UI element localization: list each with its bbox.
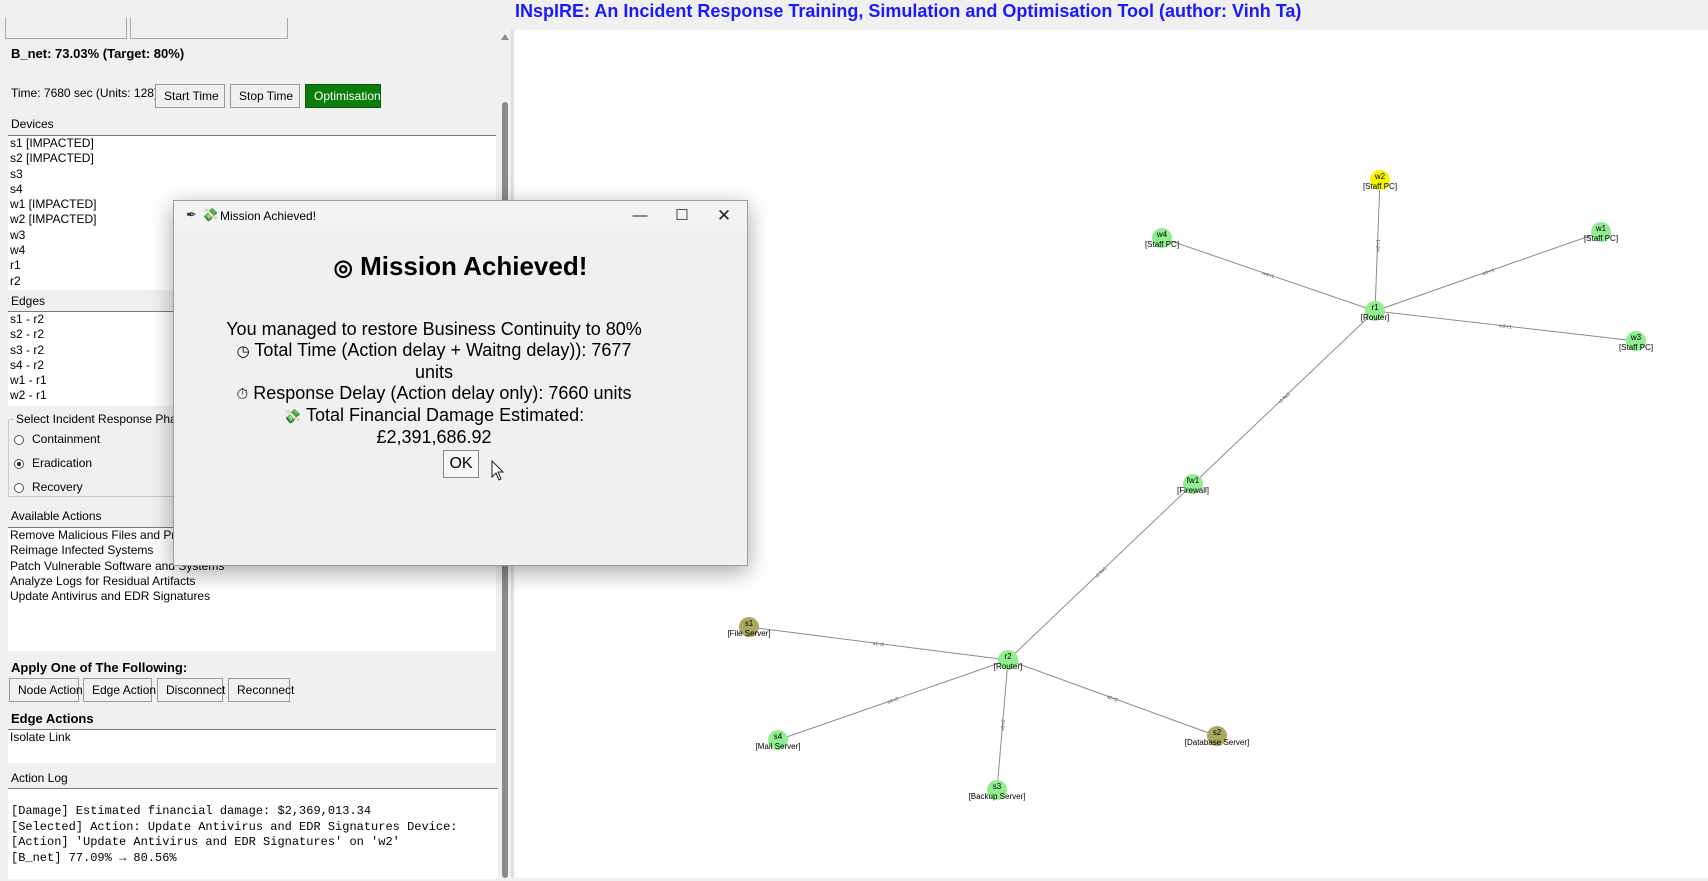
scroll-up-arrow-icon[interactable] <box>501 34 509 40</box>
action-log[interactable]: [Damage] Estimated financial damage: $2,… <box>8 788 498 879</box>
money-icon: 💸 <box>202 207 219 222</box>
radio-icon[interactable] <box>14 434 24 445</box>
radio-label: Eradication <box>32 456 93 470</box>
device-item[interactable]: s3 <box>8 167 496 182</box>
stop-time-button[interactable]: Stop Time <box>230 84 300 108</box>
graph-edge-label: s1-r2 <box>872 641 884 648</box>
node-action-button[interactable]: Node Action <box>9 678 83 702</box>
reconnect-button[interactable]: Reconnect <box>228 678 294 702</box>
graph-edge-label: r2-fw1 <box>1094 566 1108 580</box>
action-item[interactable]: Update Antivirus and EDR Signatures <box>8 589 496 604</box>
radio-eradication[interactable]: Eradication <box>14 455 92 471</box>
device-item[interactable]: s4 <box>8 182 496 197</box>
minimize-icon[interactable]: — <box>620 203 660 229</box>
log-line: [B_net] 77.09% → 80.56% <box>11 850 177 865</box>
graph-node-type-label: [Router] <box>1361 313 1389 322</box>
edge-actions-label: Edge Actions <box>11 711 94 726</box>
log-spacer <box>8 789 498 804</box>
start-time-button[interactable]: Start Time <box>155 84 225 108</box>
dialog-body: You managed to restore Business Continui… <box>224 319 644 448</box>
device-item[interactable]: s2 [IMPACTED] <box>8 151 496 166</box>
dialog-window-title: Mission Achieved! <box>220 209 317 223</box>
radio-icon[interactable] <box>14 482 24 493</box>
action-log-label: Action Log <box>11 771 68 785</box>
bnet-status: B_net: 73.03% (Target: 80%) <box>11 46 185 61</box>
dialog-line-continuity: You managed to restore Business Continui… <box>226 319 642 339</box>
graph-node-type-label: [Staff PC] <box>1145 240 1179 249</box>
graph-node-type-label: [Staff PC] <box>1619 343 1653 352</box>
graph-node-label: w1 <box>1595 224 1607 233</box>
top-cut-off-button-1[interactable] <box>5 18 127 39</box>
graph-node-type-label: [Staff PC] <box>1584 234 1618 243</box>
dialog-line-damage: 💸 Total Financial Damage Estimated: £2,3… <box>224 405 644 448</box>
log-line: [Damage] Estimated financial damage: $2,… <box>11 804 372 818</box>
edge-action-item[interactable]: Isolate Link <box>8 730 496 745</box>
total-time-text: Total Time (Action delay + Waitng delay)… <box>254 340 632 382</box>
graph-node-label: w2 <box>1374 172 1386 181</box>
graph-node-type-label: [Staff PC] <box>1363 182 1397 191</box>
dialog-heading: ◎ Mission Achieved! <box>174 251 747 282</box>
graph-node-label: fw1 <box>1187 476 1200 485</box>
radio-label: Recovery <box>32 480 83 494</box>
graph-node-label: s4 <box>774 732 783 741</box>
dialog-heading-text: Mission Achieved! <box>360 251 588 281</box>
devices-label: Devices <box>11 117 54 131</box>
time-display: Time: 7680 sec (Units: 128) <box>11 86 158 100</box>
feather-icon: ✒ <box>186 207 197 222</box>
graph-edge-label: r1-fw1 <box>1278 391 1292 405</box>
graph-node-label: r1 <box>1371 303 1379 312</box>
graph-node-label: s1 <box>745 619 754 628</box>
graph-edge-label: w1-r1 <box>1481 267 1495 277</box>
maximize-icon[interactable]: ☐ <box>662 203 702 229</box>
edge-action-button[interactable]: Edge Action <box>83 678 156 702</box>
money-icon: 💸 <box>283 408 302 424</box>
radio-recovery[interactable]: Recovery <box>14 479 83 495</box>
stopwatch-icon: ⏱ <box>236 386 249 403</box>
graph-node-type-label: [Router] <box>994 662 1022 671</box>
phase-label: Select Incident Response Phase <box>14 412 192 426</box>
ok-button[interactable]: OK <box>443 450 479 478</box>
graph-node-label: s3 <box>993 782 1002 791</box>
log-line: [Selected] Action: Update Antivirus and … <box>11 819 458 834</box>
graph-node-label: w4 <box>1156 230 1168 239</box>
radio-label: Containment <box>32 432 101 446</box>
dialog-line-total-time: ◷ Total Time (Action delay + Waitng dela… <box>224 340 644 383</box>
graph-node-label: r2 <box>1004 652 1012 661</box>
apply-label: Apply One of The Following: <box>11 660 188 675</box>
disconnect-button[interactable]: Disconnect <box>157 678 225 702</box>
edges-label: Edges <box>11 294 46 308</box>
damage-text: Total Financial Damage Estimated: £2,391… <box>305 405 585 447</box>
graph-node-type-label: [Mail Server] <box>756 742 801 751</box>
graph-edge-label: s2-r2 <box>1106 694 1119 704</box>
available-actions-label: Available Actions <box>11 509 102 523</box>
device-item[interactable]: s1 [IMPACTED] <box>8 136 496 151</box>
optimisation-button[interactable]: Optimisation <box>305 84 381 108</box>
graph-node-label: w3 <box>1630 333 1642 342</box>
mission-achieved-dialog: ✒ 💸 Mission Achieved! — ☐ ✕ ◎ Mission Ac… <box>173 200 748 566</box>
graph-edge-label: w3-r1 <box>1499 323 1512 330</box>
edge-actions-listbox[interactable]: Isolate Link <box>8 729 496 763</box>
app-title: INspIRE: An Incident Response Training, … <box>515 1 1302 21</box>
graph-node-type-label: [Backup Server] <box>969 792 1026 801</box>
clock-icon: ◷ <box>236 343 250 360</box>
top-cut-off-button-2[interactable] <box>130 18 288 39</box>
log-line: [Action] 'Update Antivirus and EDR Signa… <box>11 835 400 849</box>
graph-node-type-label: [File Server] <box>727 629 770 638</box>
graph-node-type-label: [Firewall] <box>1177 486 1209 495</box>
action-item[interactable]: Analyze Logs for Residual Artifacts <box>8 574 496 589</box>
close-icon[interactable]: ✕ <box>704 203 744 229</box>
response-delay-text: Response Delay (Action delay only): 7660… <box>253 383 632 403</box>
graph-edge-label: s3-r2 <box>1000 719 1007 731</box>
radio-containment[interactable]: Containment <box>14 431 100 447</box>
dialog-titlebar: ✒ 💸 Mission Achieved! — ☐ ✕ <box>174 201 747 231</box>
graph-node-label: s2 <box>1213 728 1222 737</box>
graph-edge-label: w4-r1 <box>1261 271 1275 281</box>
target-icon: ◎ <box>333 255 353 280</box>
mouse-cursor-icon <box>491 460 505 481</box>
radio-selected-icon[interactable] <box>14 458 24 469</box>
graph-edge-label: w2-r1 <box>1375 239 1381 252</box>
dialog-line-response-delay: ⏱ Response Delay (Action delay only): 76… <box>224 383 644 405</box>
graph-edge-label: s4-r2 <box>887 696 900 705</box>
graph-node-type-label: [Database Server] <box>1185 738 1249 747</box>
